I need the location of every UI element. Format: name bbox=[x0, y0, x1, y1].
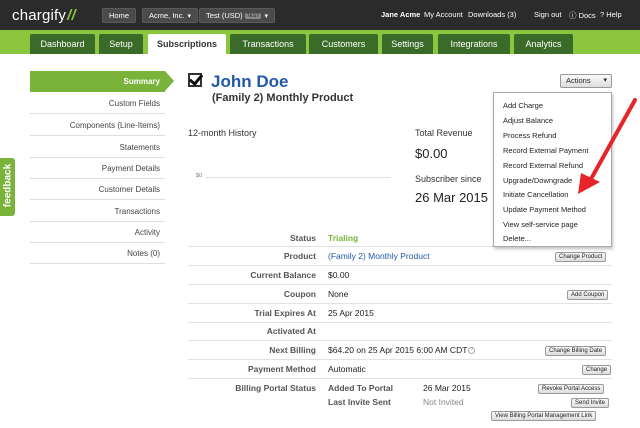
change-product-button[interactable]: Change Product bbox=[555, 252, 607, 262]
activated-at-label: Activated At bbox=[266, 326, 316, 336]
product-label: Product bbox=[283, 251, 316, 261]
sidebar-item-statements[interactable]: Statements bbox=[30, 137, 165, 158]
actions-button[interactable]: Actions ▾ bbox=[560, 74, 612, 88]
current-balance-value: $0.00 bbox=[328, 270, 350, 280]
docs-link[interactable]: ⓘ Docs bbox=[569, 10, 596, 21]
subscriber-since-label: Subscriber since bbox=[415, 174, 482, 184]
status-label: Status bbox=[290, 233, 316, 243]
next-billing-value: $64.20 on 25 Apr 2015 6:00 AM CDT? bbox=[328, 345, 476, 355]
divider bbox=[188, 303, 612, 304]
history-label: 12-month History bbox=[188, 128, 257, 138]
sidebar-item-components[interactable]: Components (Line-Items) bbox=[30, 115, 165, 136]
chart-tick-label: $0 bbox=[196, 173, 203, 179]
send-invite-button[interactable]: Send Invite bbox=[571, 398, 610, 408]
payment-method-label: Payment Method bbox=[247, 364, 316, 374]
sign-out-link[interactable]: Sign out bbox=[534, 10, 562, 19]
downloads-link[interactable]: Downloads (3) bbox=[468, 10, 516, 19]
billing-portal-label: Billing Portal Status bbox=[235, 383, 316, 393]
info-icon: ⓘ bbox=[569, 11, 577, 20]
help-icon[interactable]: ? bbox=[468, 347, 476, 354]
added-to-portal-value: 26 Mar 2015 bbox=[423, 383, 471, 393]
tab-customers[interactable]: Customers bbox=[309, 34, 378, 54]
current-balance-label: Current Balance bbox=[250, 270, 316, 280]
coupon-value: None bbox=[328, 289, 349, 299]
feedback-tab[interactable]: feedback bbox=[0, 158, 15, 216]
home-button[interactable]: Home bbox=[102, 8, 137, 23]
coupon-label: Coupon bbox=[283, 289, 316, 299]
menu-item-update-payment-method[interactable]: Update Payment Method bbox=[503, 205, 586, 214]
menu-item-add-charge[interactable]: Add Charge bbox=[503, 101, 543, 110]
tab-subscriptions[interactable]: Subscriptions bbox=[148, 34, 226, 54]
subscriber-since-value: 26 Mar 2015 bbox=[415, 190, 488, 205]
payment-method-value: Automatic bbox=[328, 364, 366, 374]
help-link[interactable]: ? Help bbox=[600, 10, 622, 19]
menu-item-delete[interactable]: Delete... bbox=[503, 234, 531, 243]
revoke-portal-button[interactable]: Revoke Portal Access bbox=[538, 384, 605, 394]
divider bbox=[188, 359, 612, 360]
divider bbox=[188, 378, 612, 379]
trial-expires-label: Trial Expires At bbox=[254, 308, 316, 318]
tab-analytics[interactable]: Analytics bbox=[514, 34, 573, 54]
sidebar-item-customer-details[interactable]: Customer Details bbox=[30, 179, 165, 200]
user-name: Jane Acme bbox=[381, 10, 421, 19]
test-badge: TEST bbox=[244, 13, 262, 20]
my-account-link[interactable]: My Account bbox=[424, 10, 463, 19]
change-payment-button[interactable]: Change bbox=[582, 365, 612, 375]
sidebar-active-arrow bbox=[165, 71, 174, 91]
sidebar-item-activity[interactable]: Activity bbox=[30, 222, 165, 243]
divider bbox=[188, 340, 612, 341]
site-switcher[interactable]: Test (USD) TEST ▾ bbox=[199, 8, 275, 23]
help-icon: ? bbox=[600, 10, 605, 19]
tab-setup[interactable]: Setup bbox=[99, 34, 143, 54]
portal-link-button[interactable]: View Billing Portal Management Link bbox=[491, 411, 597, 421]
history-chart: $0 bbox=[196, 170, 396, 186]
sidebar-item-transactions[interactable]: Transactions bbox=[30, 201, 165, 222]
status-value: Trialing bbox=[328, 233, 359, 243]
customer-name[interactable]: John Doe bbox=[211, 72, 288, 92]
annotation-arrow-icon bbox=[578, 98, 637, 194]
sidebar-item-summary[interactable]: Summary bbox=[30, 71, 165, 92]
menu-item-view-self-service[interactable]: View self-service page bbox=[503, 220, 578, 229]
sidebar-item-custom-fields[interactable]: Custom Fields bbox=[30, 93, 165, 114]
divider bbox=[188, 284, 612, 285]
last-invite-label: Last Invite Sent bbox=[328, 397, 391, 407]
chevron-down-icon: ▾ bbox=[603, 77, 607, 84]
change-billing-date-button[interactable]: Change Billing Date bbox=[545, 346, 607, 356]
sidebar-item-notes[interactable]: Notes (0) bbox=[30, 243, 165, 264]
product-link[interactable]: (Family 2) Monthly Product bbox=[328, 251, 430, 261]
tab-integrations[interactable]: Integrations bbox=[438, 34, 510, 54]
divider bbox=[188, 265, 612, 266]
trial-expires-value: 25 Apr 2015 bbox=[328, 308, 374, 318]
tab-settings[interactable]: Settings bbox=[382, 34, 433, 54]
chevron-down-icon: ▾ bbox=[264, 13, 268, 20]
next-billing-label: Next Billing bbox=[269, 345, 316, 355]
add-coupon-button[interactable]: Add Coupon bbox=[567, 290, 609, 300]
divider bbox=[188, 322, 612, 323]
total-revenue-label: Total Revenue bbox=[415, 128, 473, 138]
product-subtitle: (Family 2) Monthly Product bbox=[212, 92, 354, 104]
chart-baseline bbox=[206, 177, 391, 178]
sidebar-item-payment-details[interactable]: Payment Details bbox=[30, 158, 165, 179]
main-nav: Dashboard Setup Subscriptions Transactio… bbox=[0, 30, 640, 54]
chevron-down-icon: ▾ bbox=[187, 13, 191, 20]
tab-transactions[interactable]: Transactions bbox=[230, 34, 306, 54]
checkbox-icon bbox=[188, 73, 202, 87]
total-revenue-value: $0.00 bbox=[415, 146, 448, 161]
last-invite-value: Not Invited bbox=[423, 397, 464, 407]
tab-dashboard[interactable]: Dashboard bbox=[30, 34, 95, 54]
added-to-portal-label: Added To Portal bbox=[328, 383, 394, 393]
chargify-logo[interactable]: chargify// bbox=[12, 7, 76, 24]
org-switcher[interactable]: Acme, Inc. ▾ bbox=[142, 8, 198, 23]
top-bar: chargify// Home Acme, Inc. ▾ Test (USD) TE… bbox=[0, 0, 640, 30]
